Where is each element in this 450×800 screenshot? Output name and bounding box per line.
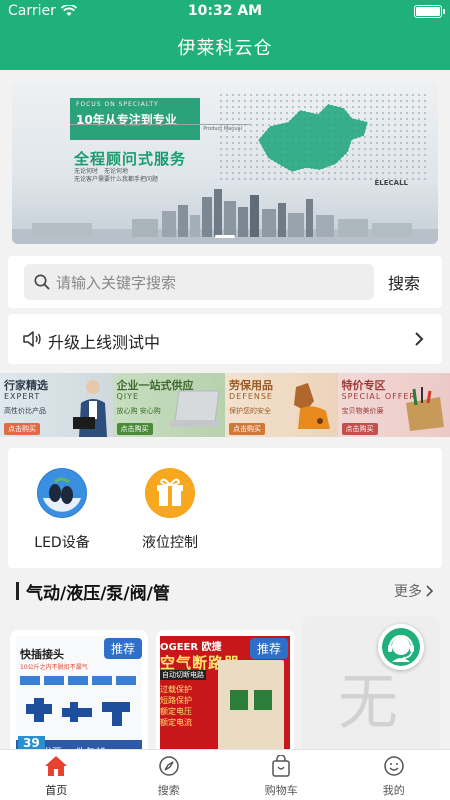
- banner-subline: 无论何时 无论何地: [74, 168, 129, 175]
- compass-icon: [159, 756, 179, 776]
- category-title: 特价专区: [341, 379, 386, 392]
- search-input[interactable]: 请输入关键字搜索: [24, 264, 374, 300]
- grid-item-level-control[interactable]: 液位控制: [125, 468, 215, 552]
- product-feature: 额定电流: [160, 718, 192, 727]
- category-buy-button[interactable]: 点击购买: [4, 423, 40, 435]
- category-buy-button[interactable]: 点击购买: [229, 423, 265, 435]
- product-feature: 过载保护: [160, 685, 192, 694]
- category-grid: LED设备 液位控制: [8, 448, 442, 568]
- banner-strip-text: Product Manual: [203, 126, 242, 132]
- promo-banner[interactable]: FOCUS ON SPECIALTY 10年从专注到专业 Product Man…: [12, 82, 438, 244]
- chevron-right-icon: [415, 332, 424, 346]
- bottom-tab-bar: 首页 搜索 购物车 我的: [0, 749, 450, 800]
- tab-label: 我的: [382, 784, 405, 797]
- tab-profile[interactable]: 我的: [338, 750, 450, 800]
- search-icon: [34, 274, 50, 290]
- category-buy-button[interactable]: 点击购买: [341, 423, 378, 435]
- gloves-image: [293, 383, 330, 429]
- product-size-strip: [20, 676, 138, 685]
- search-button[interactable]: 搜索: [388, 270, 420, 294]
- recommend-badge: 推荐: [103, 638, 142, 659]
- tab-home[interactable]: 首页: [0, 750, 113, 800]
- notice-bar[interactable]: 升级上线测试中: [8, 314, 442, 364]
- grid-item-label: LED设备: [34, 535, 90, 551]
- product-subline: 10公斤之内不脱扣不漏气: [20, 664, 88, 671]
- category-desc: 放心购 安心购: [116, 407, 161, 415]
- home-icon: [45, 756, 68, 776]
- category-en: QIYE: [116, 392, 140, 401]
- tools-box-image: [406, 387, 444, 431]
- product-card[interactable]: OGEER 欧捷 空气断路器 自动切断电路 过载保护 短路保护 额定电压 额定电…: [156, 630, 294, 749]
- page-title: 伊莱科云仓: [177, 38, 273, 59]
- breaker-image: [218, 660, 284, 749]
- category-en: DEFENSE: [229, 392, 273, 401]
- grid-item-label: 液位控制: [142, 535, 198, 551]
- section-title: 气动/液压/泵/阀/管: [26, 584, 170, 604]
- product-card[interactable]: 快插接头 10公斤之内不脱扣不漏气 提供发票 一件包邮 39 推荐: [10, 630, 148, 749]
- category-title: 行家精选: [4, 379, 48, 392]
- category-enterprise[interactable]: 企业一站式供应 QIYE 放心购 安心购 点击购买: [112, 373, 225, 437]
- clock: 10:32 AM: [187, 3, 263, 19]
- product-subline: 自动切断电路: [160, 670, 206, 680]
- breaker-switch: [254, 690, 272, 710]
- category-desc: 宝贝物美价廉: [341, 407, 384, 415]
- product-number: 39: [18, 736, 45, 749]
- section-accent: [16, 582, 19, 600]
- customer-service-button[interactable]: [378, 624, 424, 670]
- search-bar: 请输入关键字搜索 搜索: [8, 256, 442, 308]
- breaker-switch: [230, 690, 248, 710]
- banner-subtext: 无论何时 无论何地 无论客户需要什么我都手把问题: [74, 168, 158, 184]
- more-link[interactable]: 更多: [394, 581, 434, 601]
- tab-search[interactable]: 搜索: [113, 750, 226, 800]
- laptop-image: [169, 390, 221, 427]
- app-header: Carrier 10:32 AM 伊莱科云仓: [0, 0, 450, 70]
- cart-icon: [272, 754, 290, 777]
- banner-brand: ELECALL: [374, 179, 409, 187]
- banner-subline: 无论客户需要什么我都手把问题: [74, 176, 159, 183]
- led-icon: [37, 468, 87, 518]
- tab-label: 首页: [45, 784, 68, 797]
- category-buy-button[interactable]: 点击购买: [116, 423, 153, 435]
- section-header: 气动/液压/泵/阀/管 更多: [8, 574, 442, 608]
- category-en: EXPERT: [4, 392, 41, 401]
- chevron-right-icon: [426, 585, 434, 597]
- battery-icon: [414, 5, 445, 18]
- banner-strip: Product Manual: [70, 124, 250, 136]
- product-feature: 额定电压: [160, 707, 192, 716]
- status-bar: Carrier 10:32 AM: [0, 0, 450, 24]
- speaker-icon: [23, 331, 41, 347]
- tab-label: 购物车: [264, 784, 298, 797]
- recommend-badge: 推荐: [249, 638, 288, 659]
- product-headline: 快插接头: [20, 648, 64, 661]
- gift-icon: [145, 468, 195, 518]
- category-tiles: 行家精选 EXPERT 高性价比产品 点击购买 企业一站式供应 QIYE 放心购…: [0, 373, 450, 437]
- more-label: 更多: [394, 584, 422, 600]
- search-placeholder: 请输入关键字搜索: [56, 274, 177, 292]
- product-features: 过载保护 短路保护 额定电压 额定电流: [160, 684, 192, 728]
- category-special-offer[interactable]: 特价专区 SPECIAL OFFER 宝贝物美价廉 点击购买: [337, 373, 450, 437]
- banner-tag-small: FOCUS ON SPECIALTY: [76, 101, 159, 108]
- headset-icon: [382, 628, 420, 666]
- product-feature: 短路保护: [160, 696, 192, 705]
- category-title: 劳保用品: [229, 379, 273, 392]
- fittings-image: [26, 698, 130, 726]
- banner-slogan: 全程顾问式服务: [74, 150, 187, 168]
- grid-item-led[interactable]: LED设备: [17, 468, 107, 552]
- carousel-indicator[interactable]: [215, 235, 235, 238]
- category-desc: 高性价比产品: [4, 407, 46, 415]
- notice-text: 升级上线测试中: [48, 333, 161, 352]
- profile-icon: [384, 756, 404, 776]
- category-desc: 保护您的安全: [229, 407, 271, 415]
- category-defense[interactable]: 劳保用品 DEFENSE 保护您的安全 点击购买: [225, 373, 338, 437]
- category-expert[interactable]: 行家精选 EXPERT 高性价比产品 点击购买: [0, 373, 113, 437]
- tab-cart[interactable]: 购物车: [225, 750, 338, 800]
- china-map-graphic: [257, 103, 369, 173]
- businessman-image: [72, 380, 107, 437]
- tab-label: 搜索: [157, 784, 180, 797]
- product-brand: OGEER 欧捷: [160, 642, 222, 653]
